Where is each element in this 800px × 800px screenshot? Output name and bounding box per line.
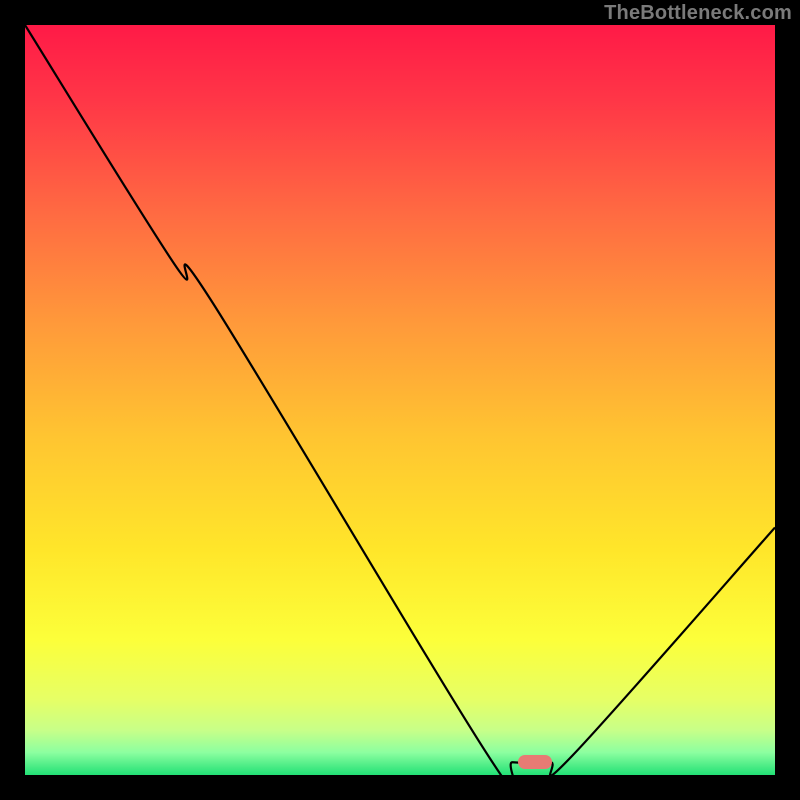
plot-area — [25, 25, 775, 775]
optimum-marker — [518, 755, 552, 769]
bottleneck-curve — [25, 25, 775, 775]
chart-frame: TheBottleneck.com — [0, 0, 800, 800]
watermark-text: TheBottleneck.com — [604, 2, 792, 25]
curve-path — [25, 25, 775, 775]
